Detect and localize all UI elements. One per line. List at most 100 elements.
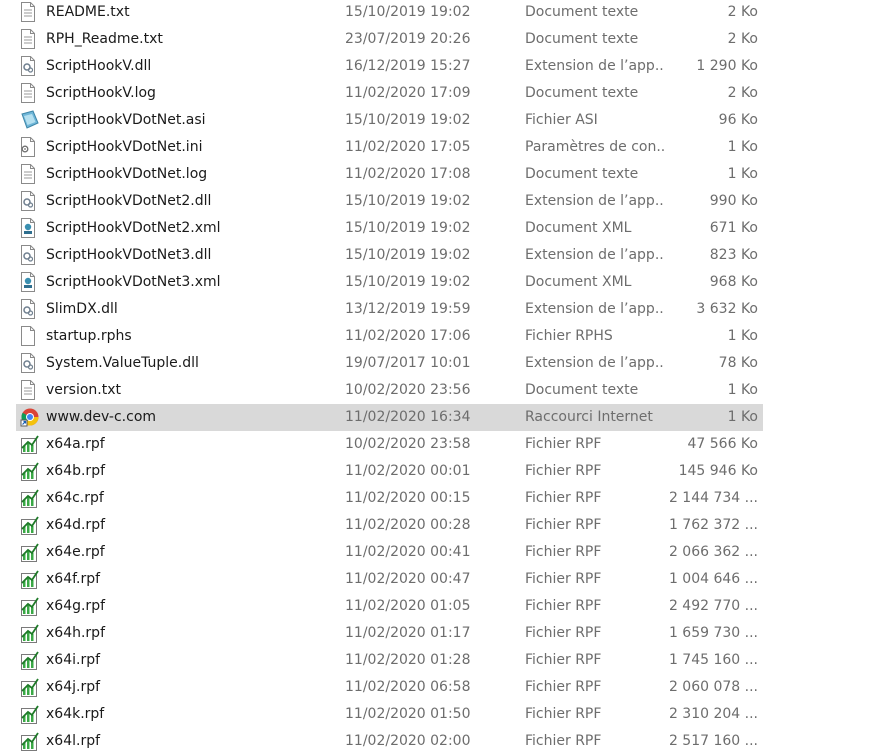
file-name: version.txt	[46, 382, 121, 398]
file-row[interactable]: ScriptHookVDotNet2.xml 15/10/2019 19:02 Do…	[16, 215, 763, 242]
file-date-modified: 15/10/2019 19:02	[345, 274, 471, 290]
file-date-modified: 10/02/2020 23:58	[345, 436, 471, 452]
file-date-modified: 10/02/2020 23:56	[345, 382, 471, 398]
file-row[interactable]: x64a.rpf 10/02/2020 23:58 Fichier RPF 47 56…	[16, 431, 763, 458]
xml-file-icon	[20, 269, 42, 296]
file-name: ScriptHookVDotNet.asi	[46, 112, 206, 128]
file-name: ScriptHookVDotNet3.dll	[46, 247, 212, 263]
file-row[interactable]: x64i.rpf 11/02/2020 01:28 Fichier RPF 1 745…	[16, 647, 763, 674]
file-row[interactable]: x64j.rpf 11/02/2020 06:58 Fichier RPF 2 060…	[16, 674, 763, 701]
file-date-modified: 11/02/2020 01:17	[345, 625, 471, 641]
dll-file-icon	[20, 296, 42, 323]
file-row[interactable]: ScriptHookV.log 11/02/2020 17:09 Document …	[16, 80, 763, 107]
file-row[interactable]: ScriptHookVDotNet3.dll 15/10/2019 19:02 Ex…	[16, 242, 763, 269]
dll-file-icon	[20, 242, 42, 269]
file-name: x64d.rpf	[46, 517, 106, 533]
file-size: 1 762 372 ...	[668, 517, 758, 533]
file-row[interactable]: x64d.rpf 11/02/2020 00:28 Fichier RPF 1 762…	[16, 512, 763, 539]
file-row[interactable]: ScriptHookVDotNet.ini 11/02/2020 17:05 Par…	[16, 134, 763, 161]
file-name: x64k.rpf	[46, 706, 105, 722]
file-size: 1 Ko	[727, 382, 758, 398]
ini-file-icon	[20, 134, 42, 161]
file-name: x64a.rpf	[46, 436, 105, 452]
rpf-file-icon	[20, 458, 42, 485]
file-row[interactable]: version.txt 10/02/2020 23:56 Document text…	[16, 377, 763, 404]
file-row[interactable]: ScriptHookVDotNet.log 11/02/2020 17:08 Doc…	[16, 161, 763, 188]
file-row[interactable]: ScriptHookVDotNet.asi 15/10/2019 19:02 Fic…	[16, 107, 763, 134]
file-size: 1 Ko	[727, 409, 758, 425]
file-name: RPH_Readme.txt	[46, 31, 163, 47]
file-date-modified: 11/02/2020 17:05	[345, 139, 471, 155]
file-size: 2 Ko	[727, 4, 758, 20]
dll-file-icon	[20, 53, 42, 80]
text-file-icon	[20, 0, 42, 26]
rpf-file-icon	[20, 539, 42, 566]
file-row[interactable]: SlimDX.dll 13/12/2019 19:59 Extension de l…	[16, 296, 763, 323]
file-size: 1 Ko	[727, 139, 758, 155]
file-date-modified: 15/10/2019 19:02	[345, 4, 471, 20]
chrome-shortcut-icon	[20, 404, 42, 431]
rpf-file-icon	[20, 566, 42, 593]
file-name: README.txt	[46, 4, 130, 20]
file-date-modified: 11/02/2020 00:28	[345, 517, 471, 533]
rpf-file-icon	[20, 647, 42, 674]
file-size: 145 946 Ko	[678, 463, 758, 479]
file-row[interactable]: ScriptHookVDotNet2.dll 15/10/2019 19:02 Ex…	[16, 188, 763, 215]
file-date-modified: 11/02/2020 01:28	[345, 652, 471, 668]
file-date-modified: 11/02/2020 00:41	[345, 544, 471, 560]
file-row[interactable]: README.txt 15/10/2019 19:02 Document texte…	[16, 0, 763, 26]
file-size: 1 745 160 ...	[668, 652, 758, 668]
file-size: 1 659 730 ...	[668, 625, 758, 641]
file-size: 3 632 Ko	[696, 301, 758, 317]
file-name: ScriptHookV.dll	[46, 58, 152, 74]
file-size: 990 Ko	[709, 193, 758, 209]
dll-file-icon	[20, 188, 42, 215]
file-row[interactable]: x64f.rpf 11/02/2020 00:47 Fichier RPF 1 004…	[16, 566, 763, 593]
file-size: 1 Ko	[727, 166, 758, 182]
file-name: x64g.rpf	[46, 598, 106, 614]
file-row[interactable]: ScriptHookVDotNet3.xml 15/10/2019 19:02 Do…	[16, 269, 763, 296]
file-date-modified: 11/02/2020 17:08	[345, 166, 471, 182]
file-row[interactable]: System.ValueTuple.dll 19/07/2017 10:01 Ext…	[16, 350, 763, 377]
file-date-modified: 13/12/2019 19:59	[345, 301, 471, 317]
file-size: 823 Ko	[709, 247, 758, 263]
text-file-icon	[20, 377, 42, 404]
rpf-file-icon	[20, 701, 42, 728]
rpf-file-icon	[20, 485, 42, 512]
file-name: x64f.rpf	[46, 571, 101, 587]
file-size: 78 Ko	[718, 355, 758, 371]
file-row[interactable]: x64k.rpf 11/02/2020 01:50 Fichier RPF 2 310…	[16, 701, 763, 728]
rpf-file-icon	[20, 512, 42, 539]
file-date-modified: 11/02/2020 16:34	[345, 409, 471, 425]
file-date-modified: 15/10/2019 19:02	[345, 247, 471, 263]
file-size: 2 492 770 ...	[668, 598, 758, 614]
file-size: 2 066 362 ...	[668, 544, 758, 560]
file-row[interactable]: x64g.rpf 11/02/2020 01:05 Fichier RPF 2 492…	[16, 593, 763, 620]
file-row[interactable]: ScriptHookV.dll 16/12/2019 15:27 Extension…	[16, 53, 763, 80]
file-date-modified: 15/10/2019 19:02	[345, 220, 471, 236]
rpf-file-icon	[20, 620, 42, 647]
file-date-modified: 11/02/2020 17:06	[345, 328, 471, 344]
file-size: 2 Ko	[727, 85, 758, 101]
xml-file-icon	[20, 215, 42, 242]
file-name: ScriptHookVDotNet2.xml	[46, 220, 221, 236]
file-size: 1 Ko	[727, 328, 758, 344]
file-row[interactable]: startup.rphs 11/02/2020 17:06 Fichier RPHS…	[16, 323, 763, 350]
file-size: 2 060 078 ...	[668, 679, 758, 695]
file-date-modified: 16/12/2019 15:27	[345, 58, 471, 74]
file-date-modified: 11/02/2020 00:47	[345, 571, 471, 587]
file-row[interactable]: RPH_Readme.txt 23/07/2019 20:26 Document t…	[16, 26, 763, 53]
blank-file-icon	[20, 323, 42, 350]
file-row[interactable]: www.dev-c.com 11/02/2020 16:34 Raccourci I…	[16, 404, 763, 431]
file-date-modified: 11/02/2020 01:50	[345, 706, 471, 722]
file-date-modified: 23/07/2019 20:26	[345, 31, 471, 47]
text-file-icon	[20, 161, 42, 188]
file-row[interactable]: x64c.rpf 11/02/2020 00:15 Fichier RPF 2 144…	[16, 485, 763, 512]
file-name: startup.rphs	[46, 328, 132, 344]
file-name: System.ValueTuple.dll	[46, 355, 199, 371]
file-row[interactable]: x64b.rpf 11/02/2020 00:01 Fichier RPF 145 9…	[16, 458, 763, 485]
text-file-icon	[20, 26, 42, 53]
file-date-modified: 11/02/2020 00:01	[345, 463, 471, 479]
file-row[interactable]: x64h.rpf 11/02/2020 01:17 Fichier RPF 1 659…	[16, 620, 763, 647]
file-row[interactable]: x64e.rpf 11/02/2020 00:41 Fichier RPF 2 066…	[16, 539, 763, 566]
